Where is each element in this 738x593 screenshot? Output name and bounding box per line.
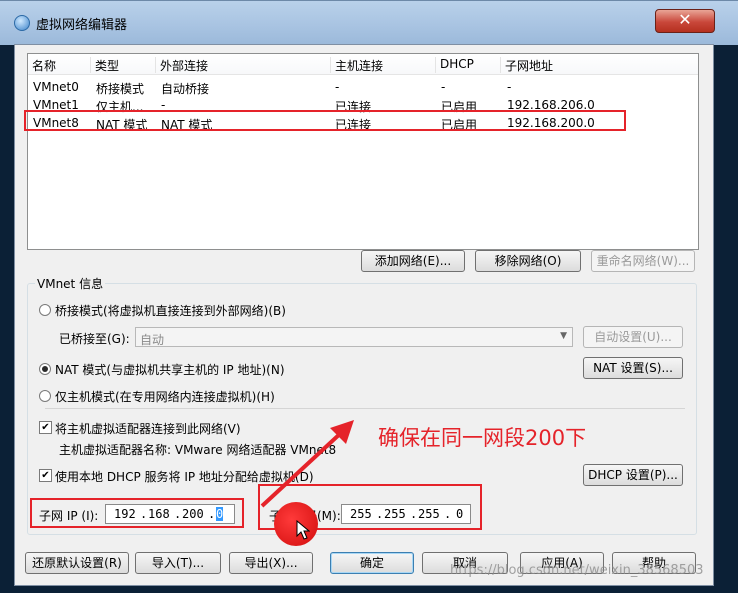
annotation-arrow-icon — [260, 420, 354, 508]
annotation-text: 确保在同一网段200下 — [378, 426, 587, 450]
watermark: https://blog.csdn.net/weixin_38568503 — [450, 563, 704, 578]
mouse-cursor-icon — [296, 520, 310, 540]
